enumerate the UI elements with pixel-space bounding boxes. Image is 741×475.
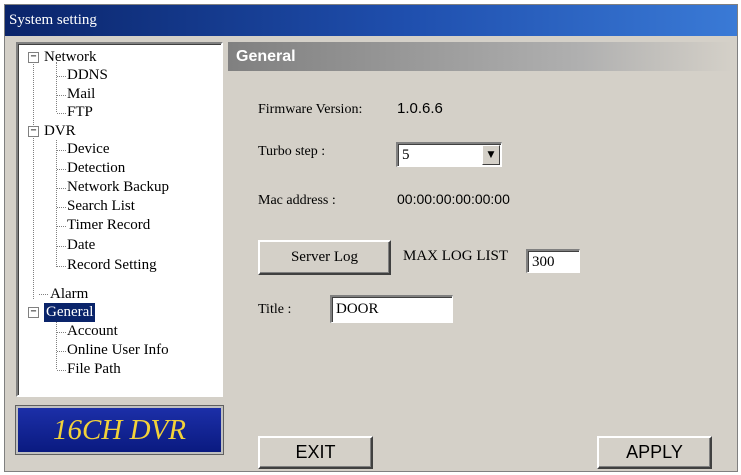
tree-connector (57, 266, 66, 267)
section-header: General (228, 42, 733, 71)
apply-button[interactable]: APPLY (597, 436, 712, 469)
tree-dvr-line (56, 140, 57, 267)
max-log-list-input[interactable]: 300 (526, 249, 580, 273)
settings-tree[interactable]: − Network DDNS Mail FTP − DVR Device Det… (16, 42, 223, 397)
tree-connector (57, 113, 66, 114)
tree-item-account[interactable]: Account (67, 322, 118, 341)
tree-connector (57, 76, 66, 77)
tree-item-network-backup[interactable]: Network Backup (67, 178, 169, 197)
collapse-icon[interactable]: − (28, 52, 39, 63)
tree-node-general-label: General (44, 303, 96, 322)
tree-item-ftp[interactable]: FTP (67, 103, 93, 122)
tree-item-timer-record[interactable]: Timer Record (67, 216, 150, 235)
dvr-logo: 16CH DVR (15, 405, 224, 455)
tree-connector (57, 332, 66, 333)
dropdown-arrow-icon[interactable]: ▼ (482, 145, 500, 165)
tree-node-network-label: Network (44, 49, 97, 65)
tree-item-file-path[interactable]: File Path (67, 360, 121, 379)
collapse-icon[interactable]: − (28, 126, 39, 137)
title-label: Title : (258, 302, 292, 317)
tree-connector (57, 169, 66, 170)
tree-node-dvr-label: DVR (44, 123, 76, 139)
window-title: System setting (5, 5, 737, 36)
mac-address-label: Mac address : (258, 193, 336, 208)
tree-item-mail[interactable]: Mail (67, 85, 95, 104)
tree-connector (57, 226, 66, 227)
tree-network-line (56, 62, 57, 112)
tree-item-detection[interactable]: Detection (67, 159, 125, 178)
mac-address-value: 00:00:00:00:00:00 (397, 191, 510, 207)
tree-general-line (56, 319, 57, 369)
collapse-icon[interactable]: − (28, 307, 39, 318)
turbo-step-select[interactable]: 5 ▼ (396, 142, 502, 167)
tree-item-date[interactable]: Date (67, 236, 95, 255)
tree-connector (57, 246, 66, 247)
tree-connector (57, 150, 66, 151)
firmware-version-label: Firmware Version: (258, 102, 363, 117)
server-log-button[interactable]: Server Log (258, 240, 391, 275)
firmware-version-value: 1.0.6.6 (397, 100, 443, 117)
tree-item-record-setting[interactable]: Record Setting (67, 256, 157, 275)
tree-item-device[interactable]: Device (67, 140, 109, 159)
tree-connector (57, 207, 66, 208)
tree-connector (57, 188, 66, 189)
tree-item-ddns[interactable]: DDNS (67, 66, 108, 85)
tree-item-search-list[interactable]: Search List (67, 197, 135, 216)
tree-node-alarm[interactable]: Alarm (50, 285, 88, 304)
max-log-list-label: MAX LOG LIST (403, 248, 508, 264)
tree-alarm-connector (39, 294, 48, 295)
title-input[interactable]: DOOR (330, 295, 453, 323)
tree-item-online-user-info[interactable]: Online User Info (67, 341, 169, 360)
tree-connector (57, 351, 66, 352)
tree-connector (57, 95, 66, 96)
turbo-step-label: Turbo step : (258, 144, 326, 159)
turbo-step-value: 5 (402, 147, 410, 163)
exit-button[interactable]: EXIT (258, 436, 373, 469)
tree-connector (57, 370, 66, 371)
tree-root-line (33, 62, 34, 299)
